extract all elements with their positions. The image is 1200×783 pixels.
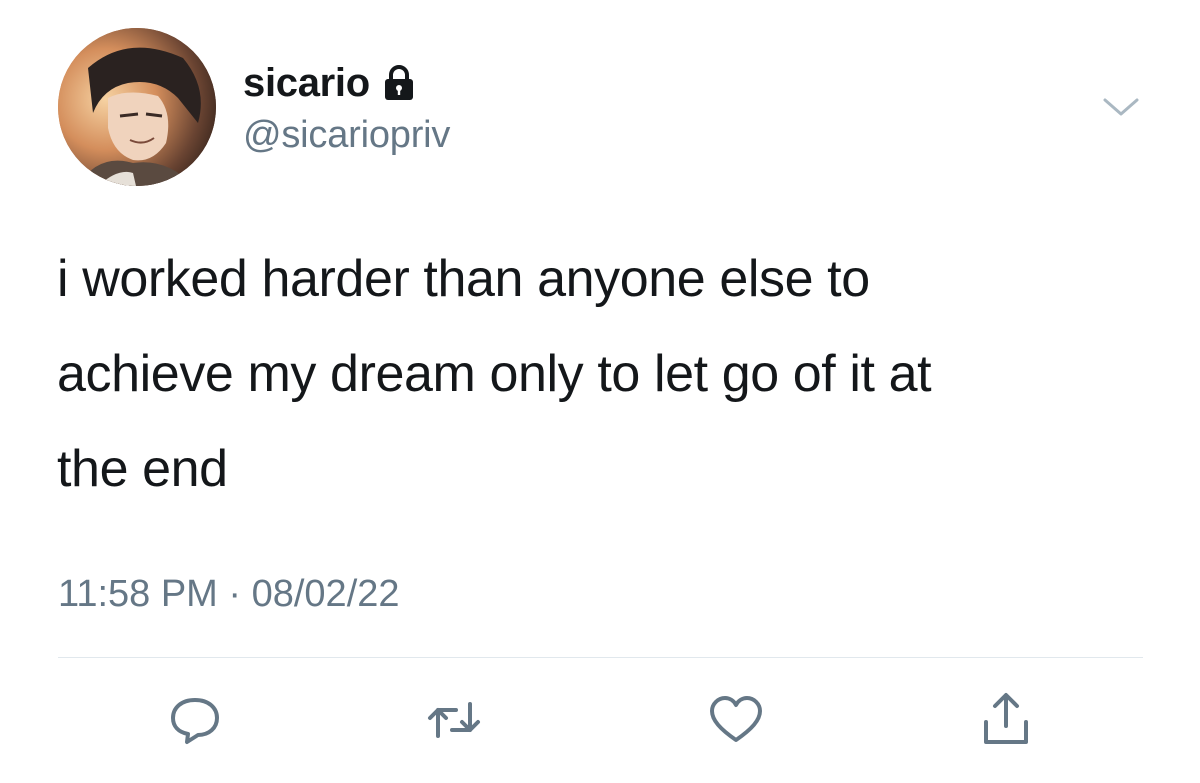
divider [58, 657, 1143, 658]
name-row: sicario [243, 56, 416, 110]
share-icon [984, 693, 1028, 744]
reply-icon [171, 698, 219, 744]
action-bar [0, 690, 1200, 750]
retweet-icon [428, 702, 480, 738]
tweet-timestamp[interactable]: 11:58 PM · 08/02/22 [58, 573, 400, 616]
avatar-image [58, 28, 216, 186]
like-button[interactable] [706, 690, 766, 750]
tweet-card: sicario @sicariopriv i worked harder tha… [0, 0, 1200, 783]
avatar[interactable] [58, 28, 216, 186]
chevron-down-icon[interactable] [1101, 92, 1141, 122]
user-handle[interactable]: @sicariopriv [243, 114, 450, 157]
lock-icon [382, 64, 416, 102]
tweet-text-line-2: achieve my dream only to let go of it at [57, 345, 932, 403]
tweet-text: i worked harder than anyone else to achi… [57, 232, 1157, 517]
heart-icon [710, 696, 762, 742]
tweet-text-line-1: i worked harder than anyone else to [57, 250, 870, 308]
display-name[interactable]: sicario [243, 61, 370, 106]
share-button[interactable] [976, 690, 1036, 750]
reply-button[interactable] [165, 690, 225, 750]
retweet-button[interactable] [424, 690, 484, 750]
tweet-text-line-3: the end [57, 440, 228, 498]
